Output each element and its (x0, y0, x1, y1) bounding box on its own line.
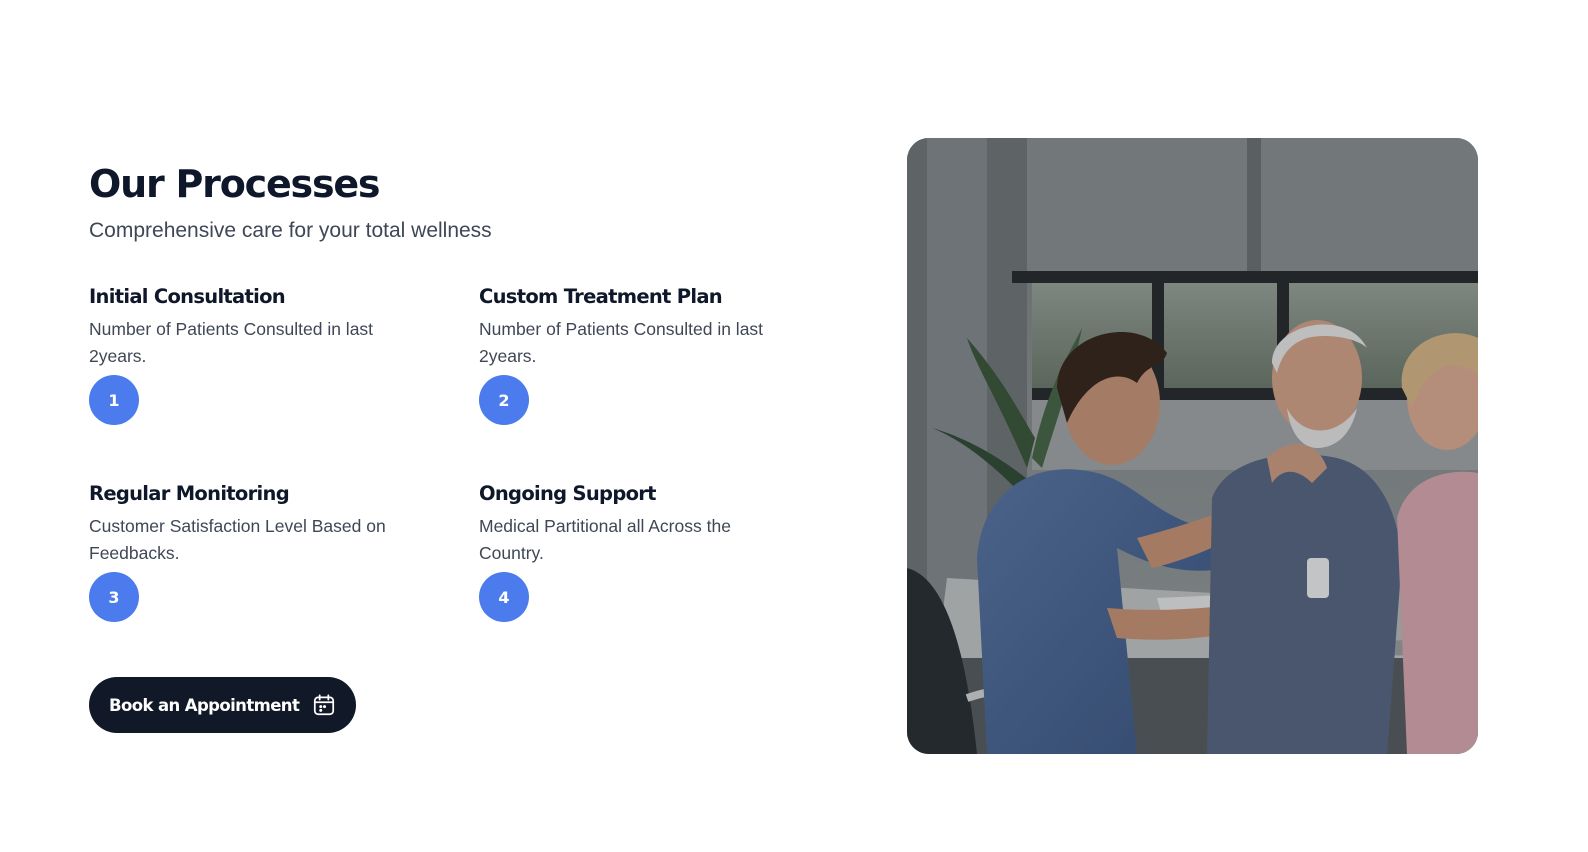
step-title: Ongoing Support (479, 482, 657, 505)
step-number-badge: 1 (89, 375, 139, 425)
process-step-1: Initial Consultation Number of Patients … (89, 284, 409, 425)
section-subtitle: Comprehensive care for your total wellne… (89, 219, 492, 242)
process-step-3: Regular Monitoring Customer Satisfaction… (89, 481, 409, 622)
step-description: Medical Partitional all Across the Count… (479, 516, 731, 563)
section-title: Our Processes (89, 162, 381, 206)
processes-content: Our Processes Comprehensive care for you… (89, 160, 809, 622)
step-number-badge: 2 (479, 375, 529, 425)
processes-section: Our Processes Comprehensive care for you… (0, 0, 1588, 852)
book-appointment-label: Book an Appointment (109, 695, 300, 715)
book-appointment-button[interactable]: Book an Appointment (89, 677, 356, 733)
step-number-badge: 3 (89, 572, 139, 622)
step-description: Customer Satisfaction Level Based on Fee… (89, 516, 386, 563)
process-step-2: Custom Treatment Plan Number of Patients… (479, 284, 799, 425)
step-description: Number of Patients Consulted in last 2ye… (89, 319, 374, 366)
process-step-4: Ongoing Support Medical Partitional all … (479, 481, 799, 622)
doctor-consultation-photo (907, 138, 1478, 754)
step-title: Custom Treatment Plan (479, 285, 723, 308)
calendar-icon (311, 692, 337, 718)
step-title: Initial Consultation (89, 285, 286, 308)
step-title: Regular Monitoring (89, 482, 290, 505)
step-number-badge: 4 (479, 572, 529, 622)
step-description: Number of Patients Consulted in last 2ye… (479, 319, 764, 366)
